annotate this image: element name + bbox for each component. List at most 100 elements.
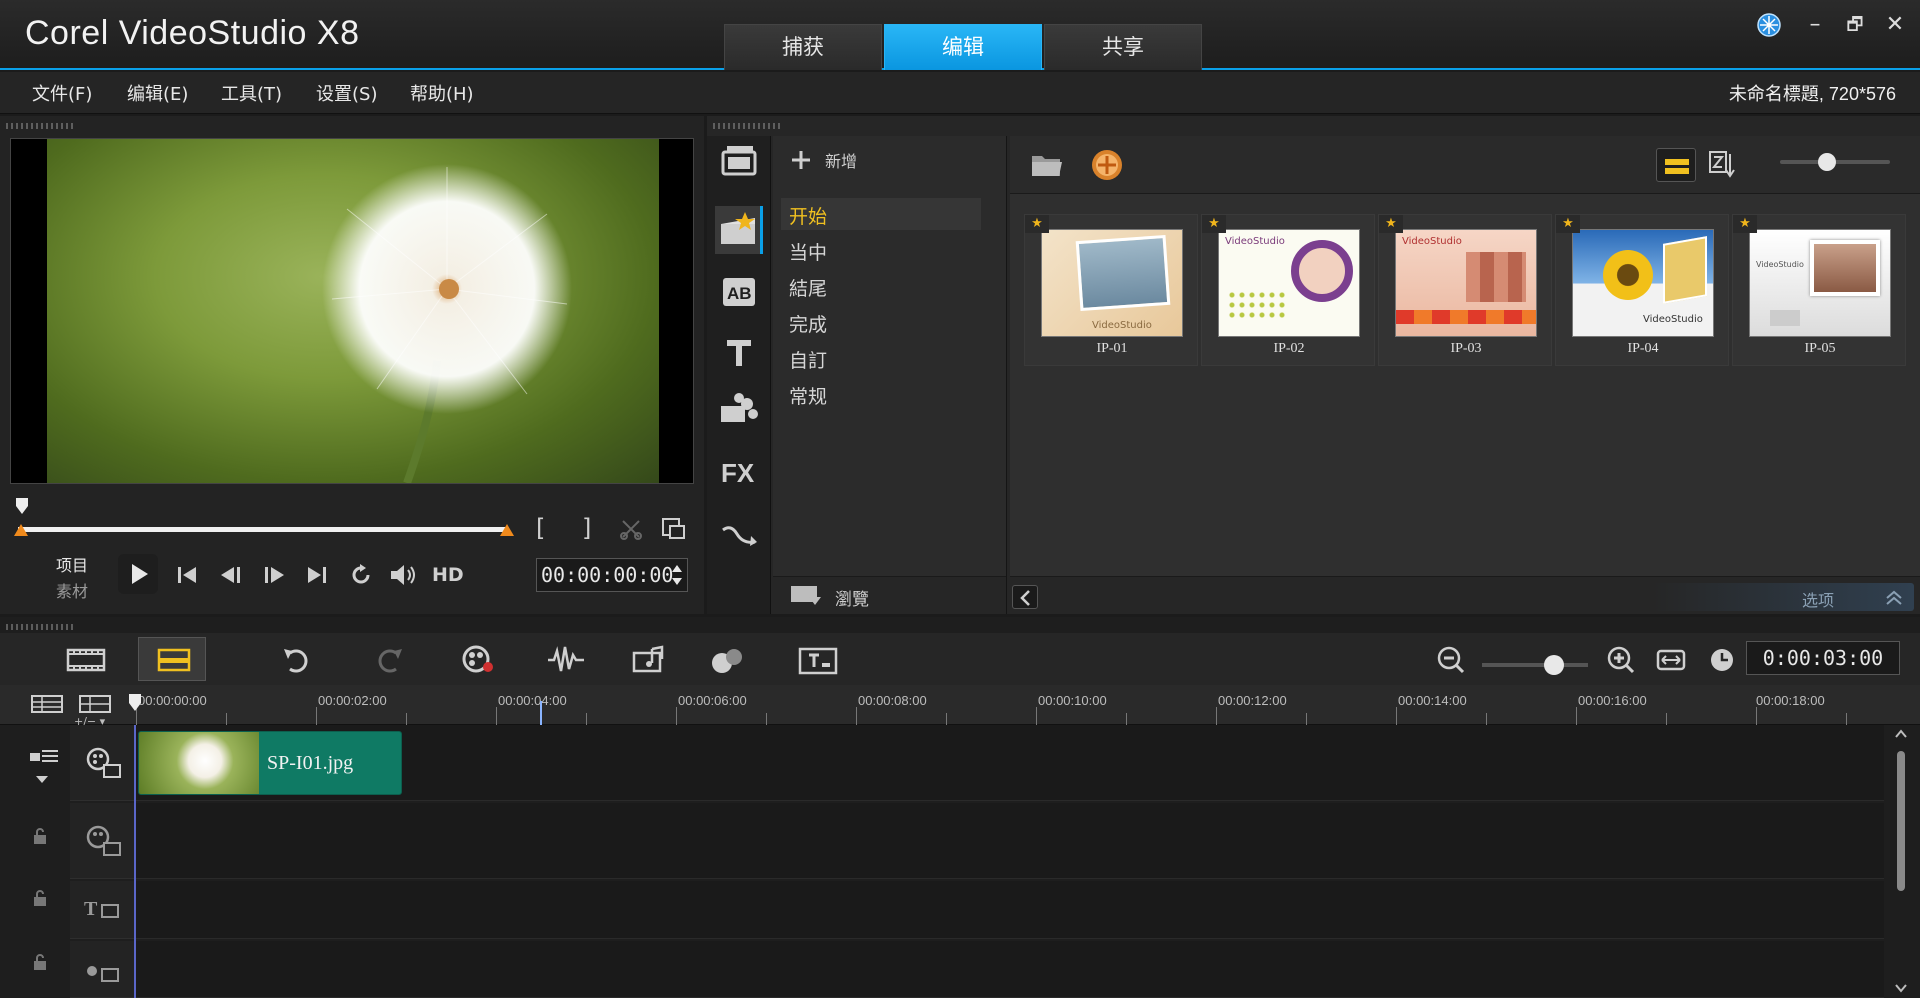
category-item-start[interactable]: 开始 [789, 202, 827, 229]
ruler-tick [1756, 707, 1757, 725]
title-track-header[interactable]: T [70, 881, 136, 939]
video-track-header[interactable] [70, 725, 136, 801]
add-category-button[interactable]: 新增 [825, 148, 857, 172]
zoom-in-icon[interactable] [1602, 643, 1642, 677]
instant-project-icon[interactable] [715, 206, 763, 254]
auto-music-icon[interactable] [630, 643, 670, 677]
panel-grip[interactable] [6, 123, 76, 129]
minimize-button[interactable]: – [1802, 12, 1828, 38]
playhead-marker[interactable] [14, 496, 30, 516]
undo-icon[interactable] [278, 643, 318, 677]
record-capture-icon[interactable] [458, 643, 498, 677]
thumbnail-size-slider[interactable] [1780, 153, 1890, 171]
repeat-icon[interactable] [348, 562, 374, 588]
overlay-track[interactable] [136, 803, 1884, 879]
browse-button[interactable]: 瀏覽 [835, 585, 869, 610]
thumbnail-item[interactable]: VideoStudio ★ IP-01 [1024, 214, 1198, 366]
menu-settings[interactable]: 设置(S) [316, 80, 377, 106]
filter-fx-icon[interactable]: FX [715, 448, 763, 496]
zoom-out-icon[interactable] [1432, 643, 1472, 677]
sound-mixer-icon[interactable] [546, 643, 586, 677]
video-track[interactable]: SP-I01.jpg [136, 725, 1884, 801]
thumbnail-label: IP-02 [1273, 341, 1305, 356]
category-item-custom[interactable]: 自訂 [789, 346, 827, 373]
tab-share[interactable]: 共享 [1044, 24, 1202, 70]
mode-project-label[interactable]: 项目 [56, 552, 88, 576]
timeline-view-icon[interactable] [138, 637, 206, 681]
ripple-dropdown-icon[interactable] [34, 773, 50, 785]
category-item-general[interactable]: 常规 [789, 382, 827, 409]
menu-help[interactable]: 帮助(H) [410, 80, 474, 106]
lock-icon[interactable] [32, 889, 48, 907]
list-view-toggle[interactable] [1656, 148, 1696, 182]
timeline-playhead-marker[interactable] [128, 693, 142, 713]
options-button[interactable]: 选项 [1652, 583, 1914, 611]
overlay-track-header[interactable] [70, 803, 136, 879]
category-item-end[interactable]: 結尾 [789, 274, 827, 301]
project-duration[interactable]: 0:00:03:00 [1746, 641, 1900, 675]
end-icon[interactable] [304, 562, 330, 588]
zoom-slider-thumb[interactable] [1544, 655, 1564, 675]
next-frame-icon[interactable] [260, 562, 290, 588]
zoom-slider[interactable] [1482, 655, 1588, 675]
preview-screen[interactable] [10, 138, 694, 484]
lock-icon[interactable] [32, 953, 48, 971]
timeline-ruler[interactable]: +/− ▾ 00:00:00:00 00:00:02:00 00:00:04:0… [0, 685, 1920, 728]
clock-icon[interactable] [1704, 643, 1744, 677]
mode-clip-label[interactable]: 素材 [56, 578, 88, 602]
thumbnail-item[interactable]: VideoStudio ★ IP-03 [1378, 214, 1552, 366]
panel-grip[interactable] [713, 123, 783, 129]
thumbnail-item[interactable]: VideoStudio ★ IP-05 [1732, 214, 1906, 366]
home-icon[interactable] [174, 562, 200, 588]
hover-time-marker [540, 701, 542, 725]
panel-grip[interactable] [6, 624, 76, 630]
freemium-content-icon[interactable] [1090, 148, 1124, 182]
ripple-edit-icon[interactable] [28, 745, 62, 767]
title-icon[interactable] [715, 328, 763, 376]
menu-edit[interactable]: 编辑(E) [127, 80, 188, 106]
close-button[interactable]: ✕ [1882, 12, 1908, 38]
play-button[interactable] [118, 554, 158, 594]
motion-tracking-icon[interactable] [708, 643, 748, 677]
enlarge-preview-icon[interactable] [660, 516, 688, 542]
voice-track-header[interactable] [70, 941, 136, 998]
help-globe-icon[interactable] [1756, 12, 1782, 38]
menu-file[interactable]: 文件(F) [32, 80, 92, 106]
redo-icon[interactable] [368, 643, 408, 677]
folder-icon[interactable] [1030, 150, 1064, 180]
storyboard-view-icon[interactable] [64, 643, 108, 677]
menu-tools[interactable]: 工具(T) [221, 80, 282, 106]
slider-thumb[interactable] [1818, 153, 1836, 171]
collapse-left-icon[interactable] [1012, 585, 1038, 609]
lock-icon[interactable] [32, 827, 48, 845]
media-library-icon[interactable] [715, 138, 763, 186]
mark-in-button[interactable]: [ [536, 514, 545, 542]
path-motion-icon[interactable] [715, 508, 763, 556]
volume-icon[interactable] [388, 562, 418, 588]
sort-icon[interactable] [1706, 148, 1740, 182]
tab-edit[interactable]: 编辑 [884, 24, 1042, 70]
thumbnail-item[interactable]: VideoStudio ★ IP-04 [1555, 214, 1729, 366]
previous-frame-icon[interactable] [216, 562, 246, 588]
timeline-clip[interactable]: SP-I01.jpg [138, 731, 402, 795]
voice-track[interactable] [136, 941, 1884, 998]
add-plus-icon[interactable] [789, 148, 813, 172]
mark-out-button[interactable]: ] [582, 514, 591, 542]
tab-capture[interactable]: 捕获 [724, 24, 882, 70]
trim-bar[interactable] [14, 524, 514, 536]
transition-icon[interactable]: AB [715, 268, 763, 316]
category-item-complete[interactable]: 完成 [789, 310, 827, 337]
title-track[interactable] [136, 881, 1884, 939]
subtitle-editor-icon[interactable] [796, 643, 840, 677]
hd-preview-button[interactable]: HD [432, 564, 464, 586]
thumbnail-item[interactable]: VideoStudio ★ IP-02 [1201, 214, 1375, 366]
split-clip-icon[interactable] [618, 516, 644, 542]
timecode-field[interactable]: 00:00:00:00 [536, 558, 688, 592]
scrollbar-thumb[interactable] [1897, 751, 1905, 891]
fit-project-icon[interactable] [1652, 643, 1692, 677]
category-item-middle[interactable]: 当中 [789, 238, 827, 265]
restore-button[interactable]: 🗗 [1842, 12, 1868, 38]
graphic-icon[interactable] [715, 386, 763, 434]
browse-icon[interactable] [789, 583, 823, 609]
timeline-scrollbar[interactable] [1888, 725, 1914, 998]
